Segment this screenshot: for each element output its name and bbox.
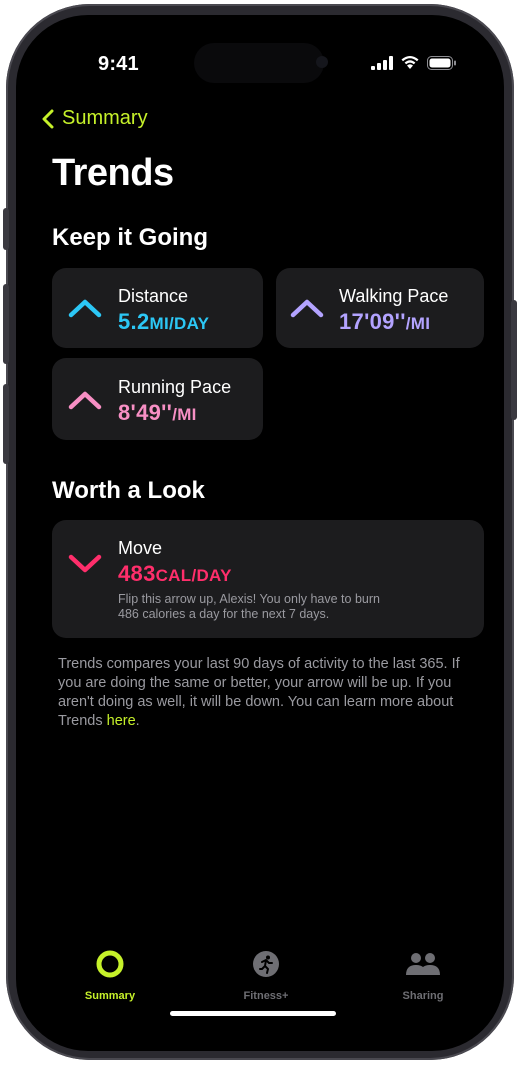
cellular-signal-icon — [371, 55, 393, 70]
battery-icon — [427, 55, 456, 70]
trends-footnote: Trends compares your last 90 days of act… — [58, 656, 460, 729]
volume-down-button — [3, 384, 9, 464]
trend-unit: /MI — [405, 314, 431, 333]
dynamic-island — [194, 43, 324, 83]
trend-card-move[interactable]: Move 483CAL/DAY Flip this arrow up, Alex… — [52, 520, 484, 638]
screen: 9:41 Summary Trends Keep it Going Distan… — [16, 15, 504, 1051]
back-button[interactable]: Summary — [42, 107, 148, 130]
chevron-left-icon — [42, 109, 54, 128]
trend-description: Flip this arrow up, Alexis! You only hav… — [118, 592, 380, 621]
learn-more-link[interactable]: here — [107, 713, 136, 729]
trend-label: Move — [118, 538, 163, 558]
tab-fitness-plus[interactable]: Fitness+ — [216, 949, 316, 1002]
trend-label: Running Pace — [118, 377, 232, 397]
arrow-up-icon — [290, 299, 324, 318]
section-heading-worth-a-look: Worth a Look — [52, 477, 205, 504]
section-heading-keep-going: Keep it Going — [52, 224, 208, 251]
trend-unit: MI/DAY — [149, 314, 210, 333]
trend-label: Walking Pace — [339, 286, 449, 306]
back-label: Summary — [62, 107, 148, 129]
trend-unit: CAL/DAY — [155, 566, 232, 585]
tab-bar: Summary Fitness+ Sharing — [16, 949, 504, 1009]
tab-label: Summary — [84, 990, 136, 1002]
tab-summary[interactable]: Summary — [60, 949, 160, 1002]
tab-sharing[interactable]: Sharing — [373, 949, 473, 1002]
trend-value: 8'49''/MI — [118, 400, 197, 425]
trend-value: 17'09''/MI — [339, 309, 431, 334]
trend-unit: /MI — [172, 405, 197, 424]
trend-label: Distance — [118, 286, 189, 306]
trend-card-running-pace[interactable]: Running Pace 8'49''/MI — [52, 358, 263, 440]
side-button — [511, 300, 517, 420]
status-icons — [371, 55, 457, 70]
arrow-up-icon — [68, 391, 102, 410]
trend-value: 483CAL/DAY — [118, 561, 232, 586]
arrow-up-icon — [68, 299, 102, 318]
home-indicator[interactable] — [170, 1011, 336, 1016]
page-title: Trends — [52, 152, 174, 194]
activity-ring-icon — [96, 950, 124, 978]
wifi-icon — [401, 56, 419, 69]
camera-dot — [316, 56, 328, 68]
arrow-down-icon — [68, 554, 102, 573]
volume-up-button — [3, 284, 9, 364]
people-icon — [406, 953, 440, 975]
tab-label: Sharing — [402, 990, 444, 1002]
action-button — [3, 208, 9, 250]
trend-card-walking-pace[interactable]: Walking Pace 17'09''/MI — [276, 268, 484, 348]
trend-card-distance[interactable]: Distance 5.2MI/DAY — [52, 268, 263, 348]
status-time: 9:41 — [98, 53, 139, 75]
tab-label: Fitness+ — [243, 990, 289, 1002]
fitness-runner-icon — [253, 951, 279, 977]
trend-value: 5.2MI/DAY — [118, 309, 210, 334]
